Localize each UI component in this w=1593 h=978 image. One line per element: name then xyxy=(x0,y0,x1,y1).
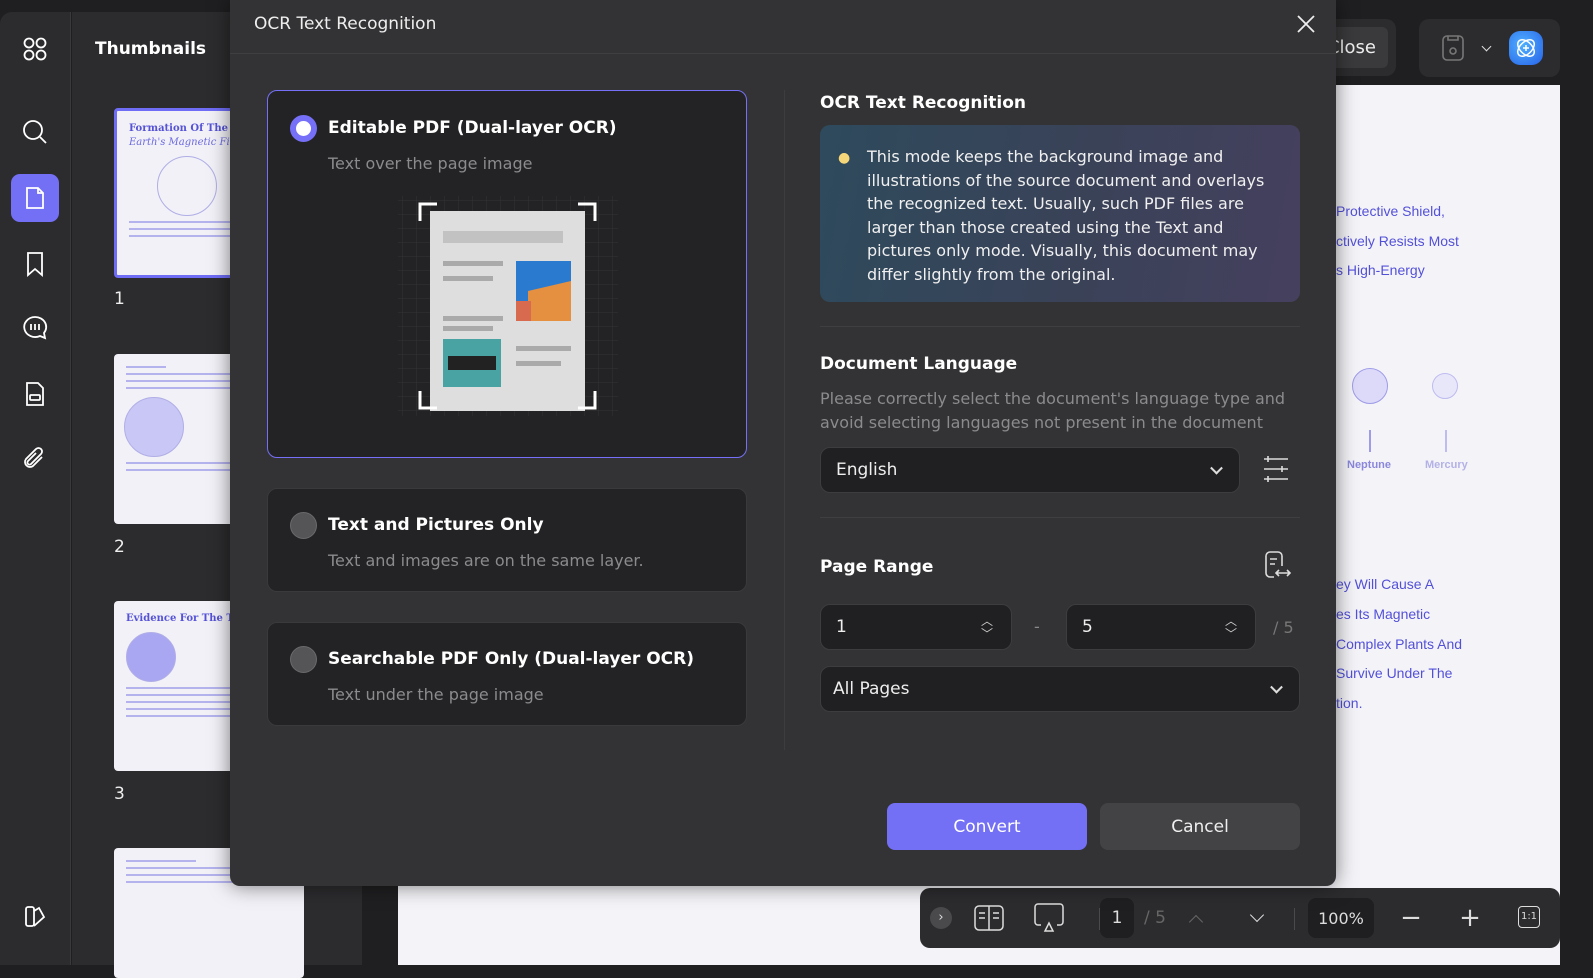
page-total: / 5 xyxy=(1144,908,1166,928)
option-subtitle: Text under the page image xyxy=(328,685,544,704)
palette-icon[interactable] xyxy=(11,892,59,940)
stepper-icon[interactable]: ︿ ﹀ xyxy=(981,615,993,641)
doc-text-line: s High-Energy xyxy=(1336,262,1425,278)
zoom-out-icon[interactable]: − xyxy=(1398,888,1424,948)
page-range-title: Page Range xyxy=(820,557,934,577)
range-separator: - xyxy=(1034,617,1040,636)
top-toolbar-group xyxy=(1419,19,1560,77)
option-title: Editable PDF (Dual-layer OCR) xyxy=(328,118,617,138)
presentation-icon[interactable] xyxy=(1033,903,1065,933)
doc-text-line: Survive Under The xyxy=(1336,665,1453,681)
actual-size-button[interactable]: 1:1 xyxy=(1518,906,1540,928)
thumbnail-number: 1 xyxy=(114,289,125,309)
close-icon[interactable] xyxy=(1294,12,1318,36)
left-sidebar xyxy=(0,12,71,965)
doc-text-line: Complex Plants And xyxy=(1336,636,1463,652)
thumbnail-number: 3 xyxy=(114,784,125,804)
next-page-icon[interactable] xyxy=(1249,907,1265,923)
page-number-input[interactable]: 1 xyxy=(1100,898,1134,938)
paperclip-icon[interactable] xyxy=(11,435,59,483)
info-box: ● This mode keeps the background image a… xyxy=(820,125,1300,302)
page-range-icon[interactable] xyxy=(1264,550,1292,580)
save-icon[interactable] xyxy=(1441,34,1465,62)
dialog-title: OCR Text Recognition xyxy=(254,14,437,34)
thumbnail-number: 2 xyxy=(114,537,125,557)
language-title: Document Language xyxy=(820,354,1018,374)
option-title: Searchable PDF Only (Dual-layer OCR) xyxy=(328,649,695,669)
grid-icon[interactable] xyxy=(11,25,59,73)
option-title: Text and Pictures Only xyxy=(328,515,544,535)
page-layout-icon[interactable] xyxy=(974,905,1004,931)
planet-label: Neptune xyxy=(1347,459,1391,471)
language-value: English xyxy=(836,460,898,480)
doc-text-line: ctively Resists Most xyxy=(1336,233,1459,249)
stepper-icon[interactable]: ︿ ﹀ xyxy=(1225,615,1237,641)
form-icon[interactable] xyxy=(11,370,59,418)
planet-mercury xyxy=(1432,373,1458,399)
doc-text-line: tion. xyxy=(1336,695,1363,711)
page-icon[interactable] xyxy=(11,174,59,222)
chevron-down-icon xyxy=(1270,680,1283,694)
info-text: This mode keeps the background image and… xyxy=(867,147,1265,284)
option-subtitle: Text over the page image xyxy=(328,154,533,173)
option-text-and-pictures[interactable]: Text and Pictures Only Text and images a… xyxy=(267,488,747,592)
page-total: / 5 xyxy=(1273,618,1294,637)
zoom-level-input[interactable]: 100% xyxy=(1308,898,1374,938)
previous-page-icon[interactable] xyxy=(1188,914,1204,930)
convert-button[interactable]: Convert xyxy=(887,803,1087,850)
thumb-diagram xyxy=(157,156,217,216)
lightbulb-icon: ● xyxy=(838,150,851,166)
zoom-in-icon[interactable]: + xyxy=(1457,888,1483,948)
page-from-input[interactable]: 1 ︿ ﹀ xyxy=(820,604,1012,650)
planet-label: Mercury xyxy=(1425,459,1468,471)
radio-button[interactable] xyxy=(290,512,317,539)
option-searchable-pdf[interactable]: Searchable PDF Only (Dual-layer OCR) Tex… xyxy=(267,622,747,726)
option-subtitle: Text and images are on the same layer. xyxy=(328,551,644,570)
info-title: OCR Text Recognition xyxy=(820,93,1027,113)
chevron-down-icon xyxy=(1210,461,1223,475)
expand-chevron-icon[interactable]: › xyxy=(930,907,952,929)
bookmark-icon[interactable] xyxy=(11,240,59,288)
search-icon[interactable] xyxy=(11,108,59,156)
page-range-select[interactable]: All Pages xyxy=(820,666,1300,712)
comment-icon[interactable] xyxy=(11,304,59,352)
ai-assistant-icon[interactable] xyxy=(1509,31,1543,65)
radio-button[interactable] xyxy=(290,115,317,142)
chevron-down-icon[interactable] xyxy=(1481,41,1492,52)
page-from-value: 1 xyxy=(836,617,847,637)
option-editable-pdf[interactable]: Editable PDF (Dual-layer OCR) Text over … xyxy=(267,90,747,458)
language-hint: Please correctly select the document's l… xyxy=(820,389,1286,432)
language-settings-icon[interactable] xyxy=(1263,455,1289,483)
page-to-input[interactable]: 5 ︿ ﹀ xyxy=(1066,604,1256,650)
doc-text-line: Protective Shield, xyxy=(1336,203,1445,219)
language-select[interactable]: English xyxy=(820,447,1240,493)
page-range-mode: All Pages xyxy=(833,679,910,699)
doc-text-line: ey Will Cause A xyxy=(1336,576,1435,592)
planet-neptune xyxy=(1352,368,1388,404)
panel-title: Thumbnails xyxy=(95,39,207,59)
radio-button[interactable] xyxy=(290,646,317,673)
doc-text-line: es Its Magnetic xyxy=(1336,606,1431,622)
cancel-button[interactable]: Cancel xyxy=(1100,803,1300,850)
ocr-dialog: OCR Text Recognition Editable PDF (Dual-… xyxy=(230,0,1336,886)
page-to-value: 5 xyxy=(1082,617,1093,637)
bottom-toolbar: › 1 / 5 100% − + 1:1 xyxy=(920,888,1560,948)
ocr-illustration xyxy=(398,196,618,416)
